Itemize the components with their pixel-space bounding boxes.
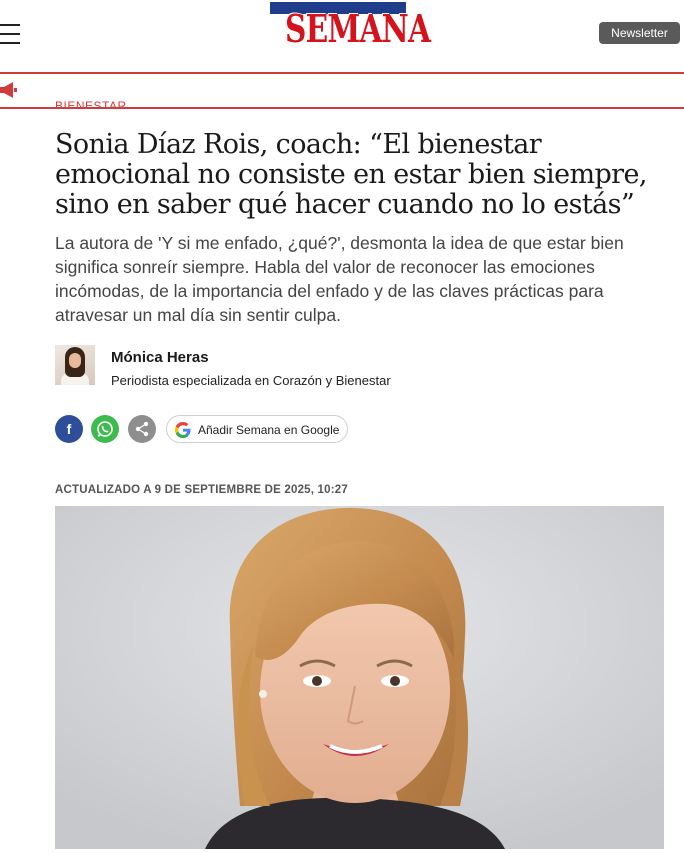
hamburger-menu-icon[interactable] — [0, 24, 20, 46]
site-header: SEMANA Newsletter — [0, 0, 684, 72]
share-button[interactable] — [128, 415, 156, 443]
megaphone-icon[interactable] — [0, 82, 18, 98]
facebook-icon: f — [66, 421, 72, 437]
google-icon — [175, 422, 191, 438]
share-icon — [135, 421, 149, 437]
newsletter-button[interactable]: Newsletter — [599, 22, 680, 44]
portrait-image — [55, 506, 664, 849]
article-subtitle: La autora de 'Y si me enfado, ¿qué?', de… — [55, 233, 624, 325]
updated-date: ACTUALIZADO A 9 DE SEPTIEMBRE DE 2025, 1… — [55, 484, 348, 496]
article-headline: Sonia Díaz Rois, coach: “El bienestar em… — [55, 129, 647, 220]
add-google-button[interactable]: Añadir Semana en Google — [166, 415, 348, 443]
site-logo[interactable]: SEMANA — [270, 2, 431, 60]
share-bar: f Añadir Semana en Google — [55, 415, 375, 445]
author-avatar[interactable] — [55, 345, 95, 385]
topic-bar-top-rule — [0, 72, 684, 74]
facebook-share-button[interactable]: f — [55, 415, 83, 443]
author-role: Periodista especializada en Corazón y Bi… — [111, 373, 391, 388]
whatsapp-share-button[interactable] — [91, 415, 119, 443]
section-label[interactable]: BIENESTAR — [55, 100, 127, 109]
author-block: Mónica Heras Periodista especializada en… — [55, 345, 555, 388]
author-name[interactable]: Mónica Heras — [111, 349, 209, 366]
article-photo[interactable] — [55, 506, 664, 849]
logo-text: SEMANA — [284, 6, 431, 51]
add-google-label: Añadir Semana en Google — [198, 423, 340, 437]
whatsapp-icon — [97, 421, 113, 437]
